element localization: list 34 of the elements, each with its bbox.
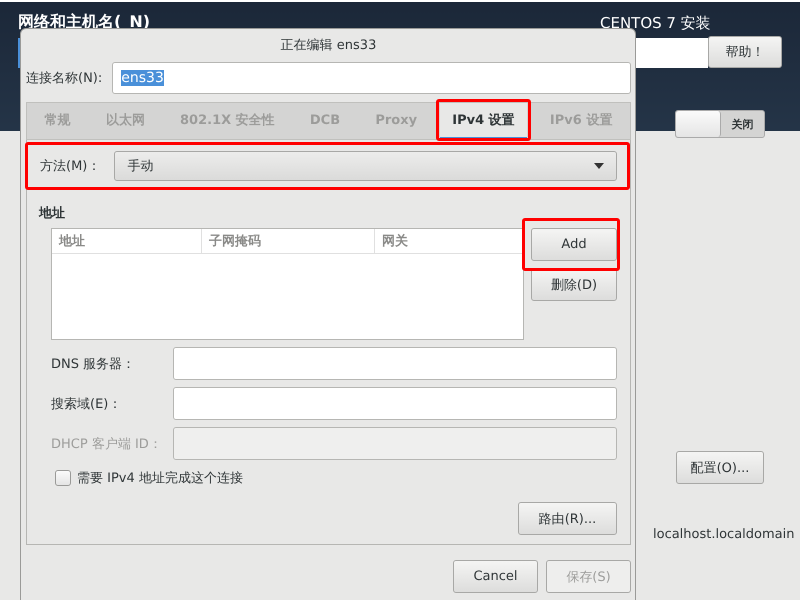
method-label: 方法(M)： — [40, 158, 100, 175]
checkbox-label: 需要 IPv4 地址完成这个连接 — [77, 470, 243, 487]
caret-icon — [594, 163, 604, 169]
method-dropdown[interactable]: 手动 — [114, 151, 617, 181]
tab[interactable]: 以太网 — [94, 103, 157, 139]
dialog-title: 正在编辑 ens33 — [280, 37, 378, 55]
help-button[interactable]: 帮助！ — [708, 36, 782, 68]
delete-button[interactable]: 删除(D) — [531, 268, 617, 301]
input-field[interactable] — [173, 347, 617, 380]
field-label: DNS 服务器： — [51, 356, 136, 372]
connection-name-field[interactable]: ens33 — [112, 62, 631, 94]
connection-name-label: 连接名称(N): — [26, 70, 102, 87]
column-header[interactable]: 子网掩码 — [202, 229, 375, 253]
hostname-text: localhost.localdomain — [653, 527, 794, 542]
input-field[interactable] — [173, 387, 617, 420]
section-heading: 地址 — [39, 205, 66, 222]
product-title: CENTOS 7 安装 — [600, 14, 711, 33]
connection-name-value: ens33 — [121, 70, 164, 86]
routes-button[interactable]: 路由(R)... — [518, 502, 617, 535]
tab[interactable]: Proxy — [363, 103, 430, 139]
configure-button[interactable]: 配置(O)... — [676, 451, 764, 484]
dialog-button[interactable]: Cancel — [453, 560, 538, 593]
tab[interactable]: IPv4 设置 — [440, 103, 527, 139]
toggle-switch[interactable]: 关闭 — [675, 110, 765, 138]
tab[interactable]: 常规 — [32, 103, 83, 139]
column-header[interactable]: 地址 — [52, 229, 202, 253]
field-label: 搜索域(E)： — [51, 396, 122, 412]
column-header[interactable]: 网关 — [375, 229, 523, 253]
checkbox[interactable] — [55, 470, 71, 486]
tab[interactable]: IPv6 设置 — [538, 103, 624, 139]
add-button[interactable]: Add — [531, 228, 617, 261]
tab[interactable]: DCB — [298, 103, 352, 139]
tab[interactable]: 802.1X 安全性 — [168, 103, 287, 139]
field-label: DHCP 客户端 ID： — [51, 436, 163, 452]
